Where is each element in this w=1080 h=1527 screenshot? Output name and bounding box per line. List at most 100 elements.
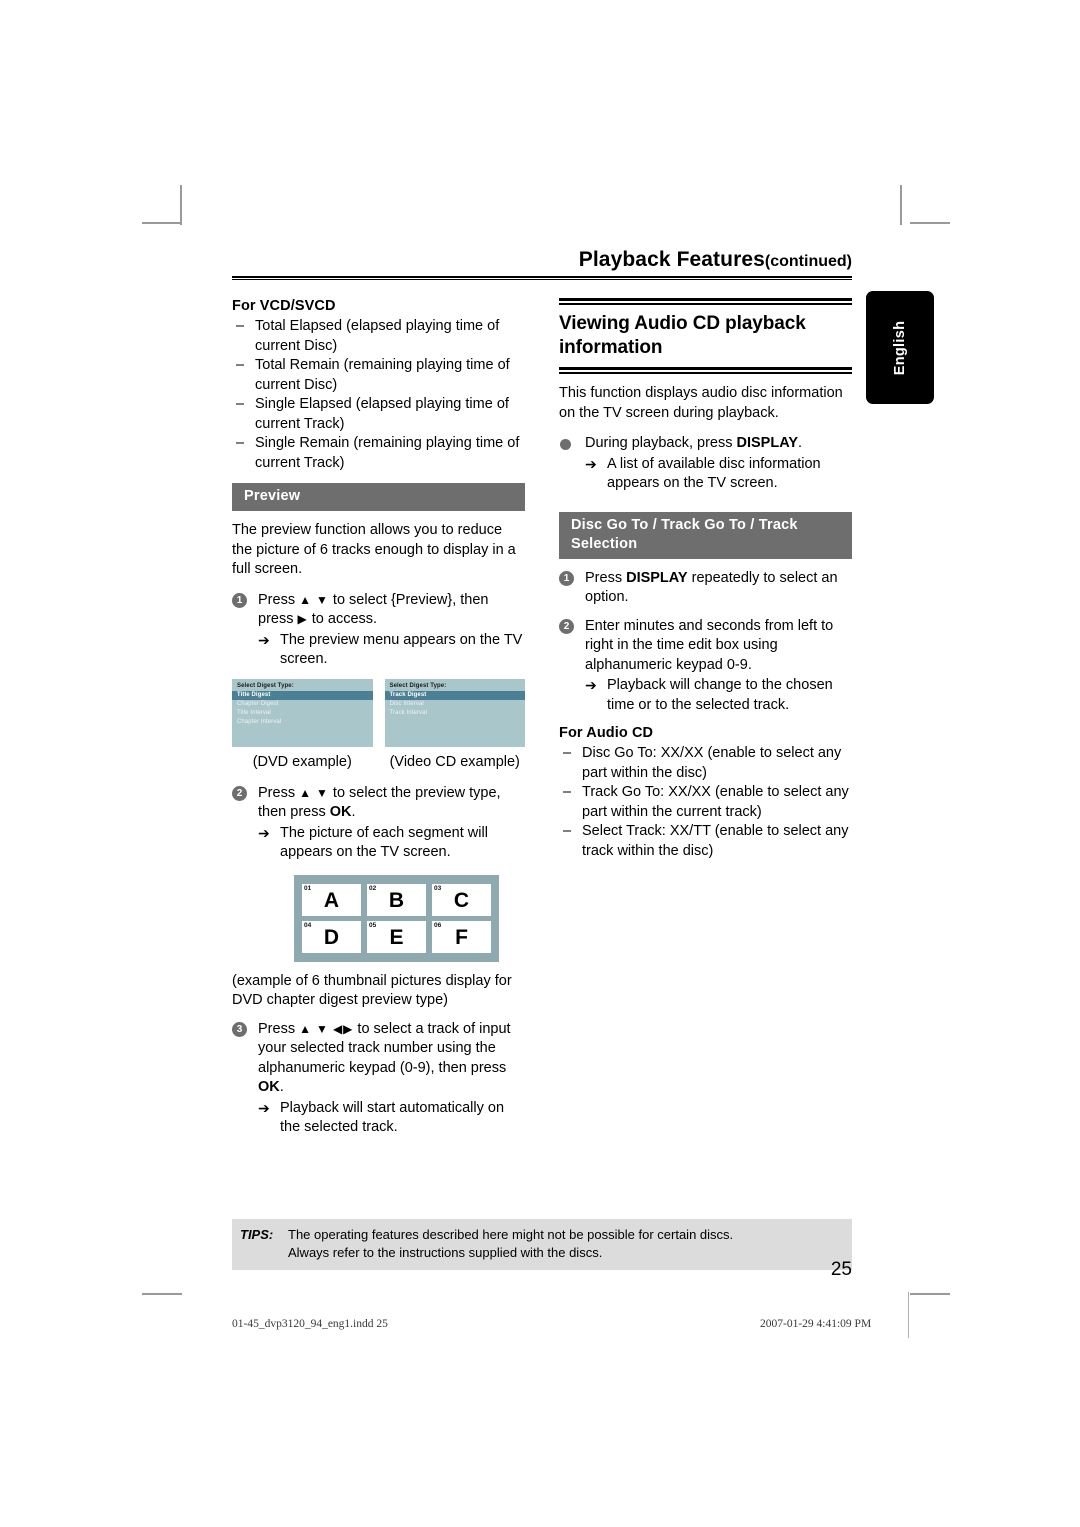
osd-menu-item: Track Interval [389,710,428,716]
viewing-audio-cd-heading-block: Viewing Audio CD playback information [559,298,852,374]
osd-dvd-caption: (DVD example) [252,753,352,770]
left-arrow-icon: ◀ [332,1021,344,1036]
footer-separator-rule [908,1292,909,1338]
page-title-continued: (continued) [764,253,852,270]
down-arrow-icon: ▼ [316,1021,329,1036]
heading-rule-top [559,298,852,305]
list-item: Track Go To: XX/XX (enable to select any… [559,783,852,822]
goto-step-1: 1 Press DISPLAY repeatedly to select an … [559,569,852,608]
osd-menu-item: Chapter Digest [237,701,279,707]
audio-cd-info-list: Disc Go To: XX/XX (enable to select any … [559,744,852,861]
up-arrow-icon: ▲ [299,592,312,607]
list-item: Single Remain (remaining playing time of… [232,434,525,473]
goto-section-bar: Disc Go To / Track Go To / Track Selecti… [559,511,852,559]
thumbnail-cell: 05 E [367,920,426,953]
result-text: The preview menu appears on the TV scree… [280,631,523,668]
thumbnail-cell: 01 A [302,883,361,916]
preview-step-3: 3 Press ▲ ▼ ◀▶ to select a track of inpu… [232,1020,525,1138]
section-heading: Viewing Audio CD playback information [559,313,806,358]
tips-content: TIPS: The operating features described h… [232,1226,852,1262]
ok-button-label: OK [258,1079,280,1095]
language-side-tab: English [866,291,934,404]
heading-rule-bottom [559,367,852,374]
thumbnail-cell: 02 B [367,883,426,916]
right-arrow-icon: ▶ [297,612,308,626]
preview-section-bar: Preview [232,483,525,511]
result-arrow-icon: ➔ [258,824,270,841]
osd-menu-item: Disc Interval [389,701,424,707]
goto-step-2: 2 Enter minutes and seconds from left to… [559,617,852,716]
thumbnail-cell: 04 D [302,920,361,953]
list-item: Single Elapsed (elapsed playing time of … [232,395,525,434]
osd-title: Select Digest Type: [389,682,447,689]
crop-mark-top-left-vertical [180,185,182,225]
tips-line-1: The operating features described here mi… [288,1227,734,1242]
bullet-dot-icon [560,439,571,450]
down-arrow-icon: ▼ [316,785,329,800]
thumbnail-letter: D [323,926,340,949]
up-arrow-icon: ▲ [299,1021,312,1036]
osd-dvd-example: Select Digest Type: Title Digest Chapter… [232,678,373,747]
osd-menu-item: Title Interval [237,710,271,716]
result-arrow-icon: ➔ [258,631,270,648]
footer-timestamp: 2007-01-29 4:41:09 PM [760,1318,872,1330]
page-header-rule [232,276,852,280]
list-item: Total Elapsed (elapsed playing time of c… [232,317,525,356]
for-vcd-svcd-heading: For VCD/SVCD [232,298,336,314]
preview-step-1: 1 Press ▲ ▼ to select {Preview}, then pr… [232,591,525,670]
osd-captions-row: (DVD example) (Video CD example) [232,754,525,770]
display-button-label: DISPLAY [626,569,688,586]
osd-vcd-example: Select Digest Type: Track Digest Disc In… [384,678,525,747]
thumbnail-letter: C [453,889,470,912]
step-text-a: Press [585,569,627,586]
ok-button-label: OK [329,804,352,820]
step-text-a: Press [258,591,300,608]
vcd-info-list: Total Elapsed (elapsed playing time of c… [232,317,525,473]
left-column: For VCD/SVCD Total Elapsed (elapsed play… [232,298,525,1147]
right-arrow-icon: ▶ [343,1021,354,1036]
preview-step-2: 2 Press ▲ ▼ to select the preview type, … [232,784,525,863]
result-arrow-icon: ➔ [585,677,597,693]
display-button-label: DISPLAY [736,435,799,451]
result-text: Playback will start automatically on the… [280,1099,505,1136]
page-header: Playback Features(continued) [232,248,852,280]
tips-label: TIPS: [240,1227,274,1242]
for-audio-cd-heading: For Audio CD [559,725,654,741]
crop-mark-top-right-horizontal [910,222,950,224]
step-2-result: ➔ Playback will change to the chosen tim… [585,676,852,715]
bullet-text-b: . [798,435,803,451]
thumbnail-letter: E [389,926,404,949]
step-text-a: Press [258,1020,300,1037]
thumbnail-preview-screen: 01 A 02 B 03 C 04 D 05 E 06 F [294,874,499,962]
preview-intro-text: The preview function allows you to reduc… [232,522,516,577]
result-text: A list of available disc information app… [607,455,821,492]
tips-box: TIPS: The operating features described h… [232,1219,852,1270]
osd-menu-item: Chapter Interval [237,719,282,725]
step-number: 1 [232,592,247,608]
result-arrow-icon: ➔ [585,455,597,472]
osd-examples-row: Select Digest Type: Title Digest Chapter… [232,678,525,747]
thumbnail-letter: F [455,926,468,949]
result-text: Playback will change to the chosen time … [607,677,833,713]
thumbnail-grid: 01 A 02 B 03 C 04 D 05 E 06 F [302,883,491,953]
thumbnail-caption: (example of 6 thumbnail pictures display… [232,972,512,1009]
osd-menu-item: Track Digest [384,690,525,700]
step-number: 1 [559,570,574,586]
crop-mark-top-right-vertical [900,185,902,225]
bullet-text-a: During playback, press [585,435,737,451]
thumbnail-letter: B [388,889,405,912]
thumbnail-cell: 03 C [432,883,491,916]
tips-line-2: Always refer to the instructions supplie… [288,1245,603,1260]
page-body: Playback Features(continued) For VCD/SVC… [232,248,852,1308]
step-text: Enter minutes and seconds from left to r… [585,617,834,673]
step-3-result: ➔ Playback will start automatically on t… [258,1099,525,1138]
step-text-c: . [279,1079,284,1095]
osd-menu-item: Title Digest [232,690,373,700]
page-title: Playback Features [578,248,765,271]
thumbnail-letter: A [323,889,340,912]
step-2-result: ➔ The picture of each segment will appea… [258,824,525,863]
step-number: 3 [232,1021,247,1037]
up-arrow-icon: ▲ [299,785,312,800]
audio-cd-intro-text: This function displays audio disc inform… [559,385,843,421]
page-number: 25 [830,1259,852,1280]
